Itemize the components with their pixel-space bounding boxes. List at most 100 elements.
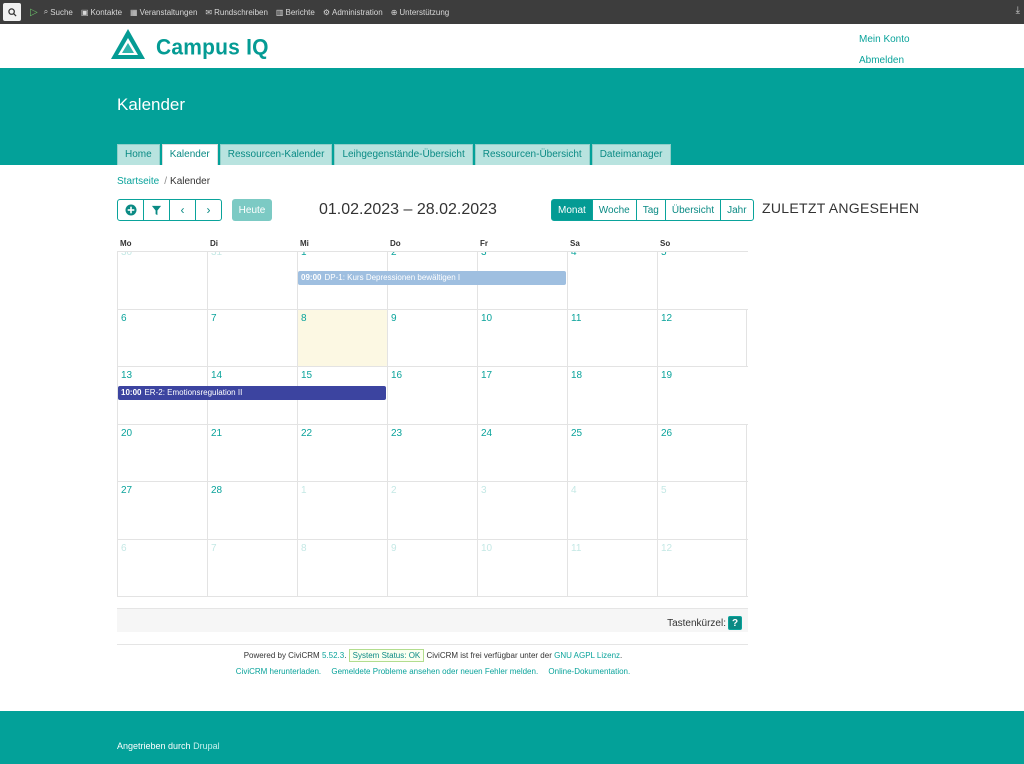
- calendar-day[interactable]: 9: [387, 309, 477, 366]
- day-number[interactable]: 18: [571, 370, 582, 381]
- calendar-event[interactable]: 10:00 ER-2: Emotionsregulation II: [118, 386, 386, 400]
- day-number[interactable]: 8: [301, 543, 307, 554]
- day-number[interactable]: 19: [661, 370, 672, 381]
- day-number[interactable]: 4: [571, 252, 657, 258]
- day-number[interactable]: 15: [301, 370, 312, 381]
- calendar-day[interactable]: 7: [207, 309, 297, 366]
- day-number[interactable]: 4: [571, 485, 577, 496]
- quicksearch-button[interactable]: [3, 3, 21, 21]
- menu-support[interactable]: ⊕ Unterstützung: [391, 8, 450, 17]
- tab-kalender[interactable]: Kalender: [161, 144, 218, 165]
- download-civicrm-link[interactable]: CiviCRM herunterladen.: [236, 667, 321, 676]
- day-number[interactable]: 9: [391, 543, 397, 554]
- next-month-button[interactable]: ›: [195, 199, 222, 221]
- breadcrumb-home-link[interactable]: Startseite: [117, 176, 159, 187]
- day-number[interactable]: 12: [661, 313, 672, 324]
- civicrm-home-icon[interactable]: ▷: [30, 7, 38, 18]
- online-docs-link[interactable]: Online-Dokumentation.: [548, 667, 630, 676]
- day-number[interactable]: 17: [481, 370, 492, 381]
- calendar-day[interactable]: 11: [567, 539, 657, 596]
- day-number[interactable]: 26: [661, 428, 672, 439]
- calendar-day[interactable]: 1: [297, 482, 387, 539]
- calendar-day[interactable]: 24: [477, 424, 567, 481]
- day-number[interactable]: 20: [121, 428, 132, 439]
- report-issues-link[interactable]: Gemeldete Probleme ansehen oder neuen Fe…: [331, 667, 538, 676]
- campus-iq-logo-icon[interactable]: [110, 28, 146, 62]
- tab-ressourcen-kalender[interactable]: Ressourcen-Kalender: [219, 144, 333, 165]
- drupal-link[interactable]: Drupal: [193, 741, 220, 751]
- tab-leihgegenstaende[interactable]: Leihgegenstände-Übersicht: [334, 144, 473, 165]
- day-number[interactable]: 31: [211, 252, 297, 258]
- day-number[interactable]: 11: [571, 543, 581, 554]
- day-number[interactable]: 2: [391, 252, 477, 258]
- calendar-day[interactable]: 10: [477, 309, 567, 366]
- calendar-day[interactable]: 27: [117, 482, 207, 539]
- day-number[interactable]: 7: [211, 313, 217, 324]
- calendar-day[interactable]: 16: [387, 367, 477, 424]
- tab-dateimanager[interactable]: Dateimanager: [591, 144, 671, 165]
- day-number[interactable]: 22: [301, 428, 312, 439]
- day-number[interactable]: 1: [301, 252, 387, 258]
- day-number[interactable]: 24: [481, 428, 492, 439]
- day-number[interactable]: 6: [121, 543, 127, 554]
- calendar-day-today[interactable]: 8: [297, 309, 387, 366]
- calendar-day[interactable]: 31: [207, 252, 297, 309]
- day-number[interactable]: 3: [481, 485, 487, 496]
- add-event-button[interactable]: [117, 199, 144, 221]
- calendar-day[interactable]: 5: [657, 252, 747, 309]
- view-day-button[interactable]: Tag: [635, 199, 666, 221]
- view-week-button[interactable]: Woche: [591, 199, 637, 221]
- calendar-day[interactable]: 6: [117, 309, 207, 366]
- day-number[interactable]: 6: [121, 313, 127, 324]
- calendar-day[interactable]: 4: [567, 482, 657, 539]
- help-question-icon[interactable]: ?: [728, 616, 742, 630]
- day-number[interactable]: 10: [481, 543, 492, 554]
- calendar-day[interactable]: 22: [297, 424, 387, 481]
- day-number[interactable]: 30: [121, 252, 207, 258]
- day-number[interactable]: 13: [121, 370, 132, 381]
- calendar-day[interactable]: 23: [387, 424, 477, 481]
- today-button[interactable]: Heute: [232, 199, 272, 221]
- calendar-day[interactable]: 18: [567, 367, 657, 424]
- menu-search[interactable]: ⌕ Suche: [44, 7, 73, 17]
- day-number[interactable]: 5: [661, 485, 667, 496]
- day-number[interactable]: 3: [481, 252, 567, 258]
- menu-mailings[interactable]: ✉ Rundschreiben: [205, 8, 268, 17]
- view-list-button[interactable]: Übersicht: [664, 199, 722, 221]
- day-number[interactable]: 10: [481, 313, 492, 324]
- site-name[interactable]: Campus IQ: [156, 35, 269, 60]
- calendar-day[interactable]: 21: [207, 424, 297, 481]
- day-number[interactable]: 16: [391, 370, 402, 381]
- view-month-button[interactable]: Monat: [551, 199, 593, 221]
- day-number[interactable]: 12: [661, 543, 672, 554]
- license-link[interactable]: GNU AGPL Lizenz: [554, 651, 620, 660]
- calendar-day[interactable]: 7: [207, 539, 297, 596]
- calendar-day[interactable]: 19: [657, 367, 747, 424]
- day-number[interactable]: 9: [391, 313, 397, 324]
- day-number[interactable]: 11: [571, 313, 581, 324]
- day-number[interactable]: 5: [661, 252, 747, 258]
- calendar-day[interactable]: 12: [657, 309, 747, 366]
- calendar-day[interactable]: 4: [567, 252, 657, 309]
- calendar-event[interactable]: 09:00 DP-1: Kurs Depressionen bewältigen …: [298, 271, 566, 285]
- day-number[interactable]: 21: [211, 428, 222, 439]
- day-number[interactable]: 14: [211, 370, 222, 381]
- day-number[interactable]: 8: [301, 313, 307, 324]
- calendar-day[interactable]: 8: [297, 539, 387, 596]
- previous-month-button[interactable]: ‹: [169, 199, 196, 221]
- calendar-day[interactable]: 10: [477, 539, 567, 596]
- calendar-day[interactable]: 9: [387, 539, 477, 596]
- day-number[interactable]: 2: [391, 485, 397, 496]
- download-icon[interactable]: ⤓: [1016, 5, 1020, 16]
- civicrm-version-link[interactable]: 5.52.3: [322, 651, 344, 660]
- menu-events[interactable]: ▦ Veranstaltungen: [130, 8, 197, 17]
- menu-reports[interactable]: ▥ Berichte: [276, 8, 315, 17]
- calendar-day[interactable]: 3: [477, 482, 567, 539]
- my-account-link[interactable]: Mein Konto: [859, 29, 910, 50]
- day-number[interactable]: 28: [211, 485, 222, 496]
- calendar-day[interactable]: 20: [117, 424, 207, 481]
- system-status-badge[interactable]: System Status: OK: [348, 649, 425, 662]
- tab-home[interactable]: Home: [117, 144, 160, 165]
- day-number[interactable]: 23: [391, 428, 402, 439]
- tab-ressourcen-uebersicht[interactable]: Ressourcen-Übersicht: [474, 144, 590, 165]
